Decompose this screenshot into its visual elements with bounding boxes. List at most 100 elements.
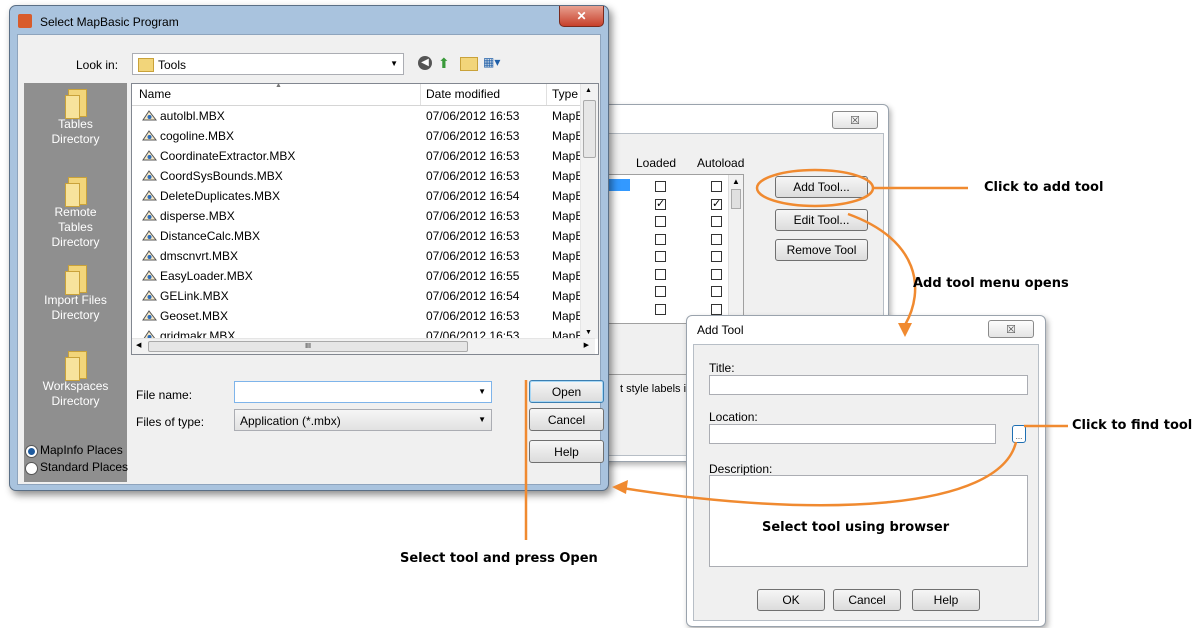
place-tables-directory[interactable]: Tables Directory	[24, 89, 127, 147]
sort-arrow-icon: ▲	[275, 82, 282, 89]
folder-icon	[138, 58, 154, 72]
file-name-input[interactable]: ▼	[234, 381, 492, 403]
place-workspaces-directory[interactable]: Workspaces Directory	[24, 351, 127, 409]
help-button[interactable]: Help	[529, 440, 604, 463]
place-remote-tables-directory[interactable]: Remote Tables Directory	[24, 177, 127, 250]
scroll-down-arrow-icon[interactable]: ▼	[585, 329, 592, 336]
loaded-checkbox[interactable]: ✓	[655, 198, 666, 210]
look-in-dropdown[interactable]: Tools ▼	[132, 53, 404, 75]
scroll-thumb[interactable]	[583, 100, 596, 158]
file-name: DeleteDuplicates.MBX	[160, 189, 281, 203]
look-in-value: Tools	[158, 58, 187, 72]
annotation-select-tool-using-browser: Select tool using browser	[762, 520, 950, 535]
loaded-checkbox[interactable]	[655, 286, 666, 297]
chevron-down-icon: ▼	[390, 59, 398, 68]
file-name: dmscnvrt.MBX	[160, 249, 239, 263]
autoload-checkbox[interactable]	[711, 303, 722, 315]
file-list-hscrollbar[interactable]: ◀ III ▶	[132, 338, 595, 354]
chevron-down-icon: ▼	[478, 387, 486, 396]
autoload-checkbox[interactable]: ✓	[711, 198, 722, 210]
edit-tool-button[interactable]: Edit Tool...	[775, 209, 868, 231]
scroll-right-arrow-icon[interactable]: ▶	[584, 341, 589, 349]
loaded-column-header: Loaded	[636, 156, 677, 170]
file-name: CoordSysBounds.MBX	[160, 169, 283, 183]
column-date[interactable]: Date modified	[426, 87, 500, 101]
scroll-left-arrow-icon[interactable]: ◀	[136, 341, 141, 349]
file-row[interactable]: dmscnvrt.MBX 07/06/2012 16:53 MapBa	[132, 246, 590, 266]
mbx-file-icon	[142, 230, 157, 241]
loaded-checkbox[interactable]	[655, 251, 666, 262]
file-row[interactable]: CoordinateExtractor.MBX 07/06/2012 16:53 M…	[132, 146, 590, 166]
file-row[interactable]: GELink.MBX 07/06/2012 16:54 MapBa	[132, 286, 590, 306]
file-date: 07/06/2012 16:55	[426, 269, 520, 283]
autoload-column-header: Autoload	[697, 156, 745, 170]
cancel-button[interactable]: Cancel	[833, 589, 901, 611]
file-row[interactable]: DeleteDuplicates.MBX 07/06/2012 16:54 MapB…	[132, 186, 590, 206]
title-input[interactable]	[709, 375, 1028, 395]
file-row[interactable]: cogoline.MBX 07/06/2012 16:53 MapBa	[132, 126, 590, 146]
browser-arrowhead	[612, 480, 628, 494]
annotation-click-to-find-tool: Click to find tool	[1072, 418, 1193, 433]
scroll-thumb[interactable]	[731, 189, 741, 209]
scroll-thumb[interactable]: III	[148, 341, 468, 352]
up-folder-icon[interactable]: ⬆	[438, 55, 454, 71]
dialog-title: Select MapBasic Program	[40, 15, 179, 29]
column-name[interactable]: Name	[139, 87, 171, 101]
places-bar: Tables Directory Remote Tables Directory Im…	[24, 83, 127, 482]
autoload-checkbox[interactable]	[711, 233, 722, 245]
loaded-checkbox[interactable]	[655, 303, 666, 315]
tool-manager-close-button[interactable]: ☒	[832, 111, 878, 129]
help-button[interactable]: Help	[912, 589, 980, 611]
location-input[interactable]	[709, 424, 996, 444]
back-icon[interactable]: ◀	[418, 56, 432, 70]
new-folder-icon[interactable]	[460, 57, 478, 71]
standard-places-radio[interactable]	[25, 462, 38, 475]
autoload-checkbox[interactable]	[711, 268, 722, 280]
loaded-checkbox[interactable]	[655, 181, 666, 192]
chevron-down-icon: ▼	[478, 415, 486, 424]
file-name-label: File name:	[136, 388, 193, 402]
remove-tool-button[interactable]: Remove Tool	[775, 239, 868, 261]
browse-icon[interactable]: ...	[1012, 425, 1026, 443]
files-of-type-label: Files of type:	[136, 415, 205, 429]
close-button[interactable]: ✕	[559, 6, 604, 27]
file-row[interactable]: disperse.MBX 07/06/2012 16:53 MapBa	[132, 206, 590, 226]
file-name: DistanceCalc.MBX	[160, 229, 261, 243]
loaded-checkbox[interactable]	[655, 268, 666, 280]
files-of-type-select[interactable]: Application (*.mbx) ▼	[234, 409, 492, 431]
tool-list-scrollbar[interactable]: ▲	[728, 175, 743, 323]
place-import-files-directory[interactable]: Import Files Directory	[24, 265, 127, 323]
cancel-button[interactable]: Cancel	[529, 408, 604, 431]
title-label: Title:	[709, 361, 735, 375]
open-button[interactable]: Open	[529, 380, 604, 403]
loaded-checkbox[interactable]	[655, 216, 666, 227]
file-date: 07/06/2012 16:53	[426, 249, 520, 263]
scroll-up-arrow-icon[interactable]: ▲	[585, 87, 592, 94]
folder-icon	[64, 265, 87, 295]
app-icon	[18, 14, 32, 28]
scroll-up-arrow-icon[interactable]: ▲	[732, 177, 740, 186]
file-date: 07/06/2012 16:54	[426, 189, 520, 203]
file-row[interactable]: DistanceCalc.MBX 07/06/2012 16:53 MapBa	[132, 226, 590, 246]
view-menu-icon[interactable]: ▦▾	[483, 55, 507, 71]
autoload-checkbox[interactable]	[711, 286, 722, 297]
file-row[interactable]: CoordSysBounds.MBX 07/06/2012 16:53 MapBa	[132, 166, 590, 186]
add-tool-close-button[interactable]: ☒	[988, 320, 1034, 338]
mbx-file-icon	[142, 130, 157, 141]
autoload-checkbox[interactable]	[711, 181, 722, 192]
loaded-checkbox[interactable]	[655, 233, 666, 245]
look-in-label: Look in:	[76, 58, 119, 72]
mbx-file-icon	[142, 150, 157, 161]
file-row[interactable]: EasyLoader.MBX 07/06/2012 16:55 MapBa	[132, 266, 590, 286]
file-row[interactable]: Geoset.MBX 07/06/2012 16:53 MapBa	[132, 306, 590, 326]
add-tool-button[interactable]: Add Tool...	[775, 176, 868, 198]
autoload-checkbox[interactable]	[711, 216, 722, 227]
ok-button[interactable]: OK	[757, 589, 825, 611]
dialog-body: Look in: Tools ▼ ◀ ⬆ ▦▾ Tables Directory …	[17, 34, 604, 485]
column-type[interactable]: Type	[552, 87, 578, 101]
file-list-vscrollbar[interactable]: ▲ ▼	[580, 84, 598, 339]
file-row[interactable]: autolbl.MBX 07/06/2012 16:53 MapBa	[132, 106, 590, 126]
mapinfo-places-radio[interactable]	[25, 445, 38, 458]
mbx-file-icon	[142, 170, 157, 181]
autoload-checkbox[interactable]	[711, 251, 722, 262]
